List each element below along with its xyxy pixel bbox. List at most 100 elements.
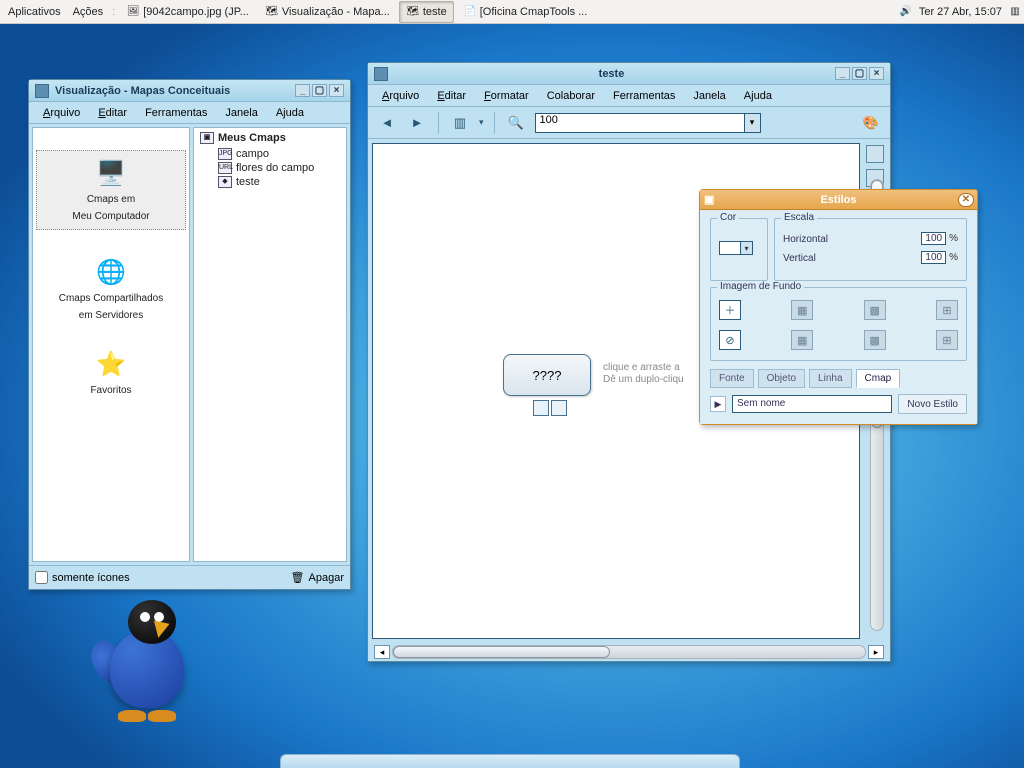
list-item[interactable]: JPGcampo	[200, 147, 340, 161]
bg-option-button[interactable]: ⊞	[936, 330, 958, 350]
concept-node[interactable]: ????	[503, 354, 591, 396]
taskbar-button-teste[interactable]: 🗺teste	[399, 1, 454, 23]
menu-ferramentas[interactable]: Ferramentas	[605, 88, 683, 104]
sidebar-item-label: Favoritos	[90, 384, 131, 397]
tab-objeto[interactable]: Objeto	[758, 369, 805, 388]
vertical-input[interactable]: 100	[921, 251, 946, 264]
taskbar-button-label: [Oficina CmapTools ...	[480, 6, 588, 18]
bg-option-button[interactable]: ▩	[864, 300, 886, 320]
bg-option-button[interactable]: ▩	[864, 330, 886, 350]
projects-footer: somente ícones 🗑Apagar	[29, 565, 350, 589]
taskbar-menu-applications[interactable]: Aplicativos	[2, 6, 67, 18]
scrollbar-track[interactable]	[392, 645, 866, 659]
delete-button[interactable]: 🗑Apagar	[291, 571, 344, 584]
tab-cmap[interactable]: Cmap	[856, 369, 901, 388]
menu-arquivo[interactable]: Arquivo	[374, 88, 427, 104]
minimize-button[interactable]: _	[835, 67, 850, 80]
node-tools	[533, 400, 567, 416]
node-tool-button[interactable]	[551, 400, 567, 416]
bg-add-button[interactable]: ＋	[719, 300, 741, 320]
document-icon: 📄	[463, 5, 477, 19]
node-tool-button[interactable]	[533, 400, 549, 416]
list-item[interactable]: URLflores do campo	[200, 161, 340, 175]
close-button[interactable]: ✕	[958, 193, 974, 207]
close-button[interactable]: ×	[329, 84, 344, 97]
only-icons-checkbox[interactable]: somente ícones	[35, 571, 130, 584]
bg-option-button[interactable]: ▦	[791, 330, 813, 350]
nav-back-button[interactable]: ◄	[376, 112, 398, 134]
chevron-down-icon[interactable]: ▾	[745, 113, 761, 133]
window-projects: Visualização - Mapas Conceituais _ ▢ × A…	[28, 79, 351, 590]
bottom-dock[interactable]	[280, 754, 740, 768]
new-style-button[interactable]: Novo Estilo	[898, 394, 967, 414]
menu-janela[interactable]: Janela	[217, 105, 265, 121]
menu-ferramentas[interactable]: Ferramentas	[137, 105, 215, 121]
fieldset-scale: Escala Horizontal 100% Vertical 100%	[774, 218, 967, 281]
hint-line: Dê um duplo-cliqu	[603, 374, 684, 386]
style-name-input[interactable]: Sem nome	[732, 395, 892, 413]
scale-button[interactable]: ▥	[449, 112, 471, 134]
minimize-button[interactable]: _	[295, 84, 310, 97]
list-header[interactable]: ▣ Meus Cmaps	[200, 132, 340, 144]
taskbar-button-projects[interactable]: 🗺Visualização - Mapa...	[258, 1, 397, 23]
scroll-right-button[interactable]: ▸	[868, 645, 884, 659]
chevron-down-icon[interactable]: ▾	[479, 117, 484, 128]
zoom-icon[interactable]: 🔍	[505, 112, 527, 134]
menu-ajuda[interactable]: Ajuda	[736, 88, 780, 104]
list-item[interactable]: ◆teste	[200, 175, 340, 189]
bg-option-button[interactable]: ⊞	[936, 300, 958, 320]
menu-formatar[interactable]: Formatar	[476, 88, 537, 104]
bg-remove-button[interactable]: ⊘	[719, 330, 741, 350]
taskbar-button-label: Visualização - Mapa...	[282, 6, 390, 18]
titlebar[interactable]: teste _ ▢ ×	[368, 63, 890, 85]
nav-forward-button[interactable]: ►	[406, 112, 428, 134]
list-item-label: campo	[236, 148, 269, 160]
taskbar-button-image[interactable]: 🖼[9042campo.jpg (JP...	[119, 1, 256, 23]
cmap-icon: 🗺	[265, 5, 279, 19]
taskbar-button-oficina[interactable]: 📄[Oficina CmapTools ...	[456, 1, 595, 23]
zoom-input[interactable]: 100	[535, 113, 745, 133]
menu-janela[interactable]: Janela	[685, 88, 733, 104]
tab-linha[interactable]: Linha	[809, 369, 851, 388]
url-icon: URL	[218, 162, 232, 174]
scroll-left-button[interactable]: ◂	[374, 645, 390, 659]
maximize-button[interactable]: ▢	[312, 84, 327, 97]
volume-icon[interactable]: 🔊	[899, 5, 913, 19]
tray-icon[interactable]: ▥	[1008, 5, 1022, 19]
label-horizontal: Horizontal	[783, 234, 828, 245]
taskbar-menu-actions[interactable]: Ações	[67, 6, 110, 18]
taskbar-clock[interactable]: Ter 27 Abr, 15:07	[913, 6, 1008, 18]
sidebar-item-shared[interactable]: 🌐 Cmaps Compartilhados em Servidores	[36, 256, 186, 322]
titlebar[interactable]: ▣ Estilos ✕	[700, 190, 977, 210]
styles-button[interactable]: 🎨	[860, 112, 882, 134]
percent-label: %	[949, 252, 958, 263]
sidebar-item-favorites[interactable]: ⭐ Favoritos	[36, 348, 186, 397]
close-button[interactable]: ×	[869, 67, 884, 80]
menu-editar[interactable]: Editar	[90, 105, 135, 121]
checkbox[interactable]	[35, 571, 48, 584]
menu-ajuda[interactable]: Ajuda	[268, 105, 312, 121]
titlebar[interactable]: Visualização - Mapas Conceituais _ ▢ ×	[29, 80, 350, 102]
zoom-combo[interactable]: 100 ▾	[535, 113, 761, 133]
horizontal-input[interactable]: 100	[921, 232, 946, 245]
color-swatch[interactable]	[719, 241, 741, 255]
sidebar-item-mycomputer[interactable]: 🖥️ Cmaps em Meu Computador	[36, 150, 186, 230]
style-tabs: Fonte Objeto Linha Cmap	[710, 369, 967, 388]
apply-style-button[interactable]: ▶	[710, 396, 726, 412]
tab-fonte[interactable]: Fonte	[710, 369, 754, 388]
scrollbar-thumb[interactable]	[393, 646, 610, 658]
menu-arquivo[interactable]: AArquivorquivo	[35, 105, 88, 121]
menu-colaborar[interactable]: Colaborar	[539, 88, 603, 104]
fieldset-background: Imagem de Fundo ＋⊘ ▦▦ ▩▩ ⊞⊞	[710, 287, 967, 361]
window-title: Visualização - Mapas Conceituais	[55, 85, 289, 97]
menu-editar[interactable]: Editar	[429, 88, 474, 104]
chevron-down-icon[interactable]: ▾	[741, 241, 753, 255]
bg-option-button[interactable]: ▦	[791, 300, 813, 320]
maximize-button[interactable]: ▢	[852, 67, 867, 80]
window-title: Estilos	[820, 194, 856, 206]
trash-icon: 🗑	[291, 571, 305, 584]
canvas-hint: clique e arraste a Dê um duplo-cliqu	[603, 362, 684, 386]
toolbar: ◄ ► ▥ ▾ 🔍 100 ▾ 🎨	[368, 107, 890, 139]
side-button[interactable]	[866, 145, 884, 163]
legend: Escala	[781, 212, 817, 223]
